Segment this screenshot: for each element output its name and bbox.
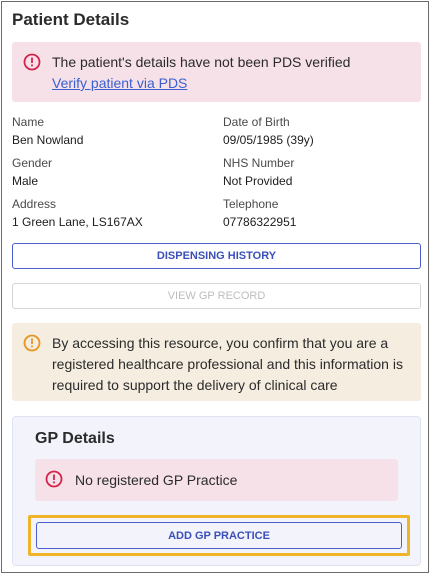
name-value: Ben Nowland [12, 133, 84, 147]
alert-circle-icon [23, 53, 41, 76]
no-gp-alert: No registered GP Practice [35, 459, 398, 501]
dob-label: Date of Birth [223, 115, 290, 129]
gender-value: Male [12, 174, 39, 188]
telephone-label: Telephone [223, 197, 279, 211]
access-warning: By accessing this resource, you confirm … [12, 323, 421, 401]
nhs-number-value: Not Provided [223, 174, 293, 188]
dob-value: 09/05/1985 (39y) [223, 133, 314, 147]
dispensing-history-button[interactable]: DISPENSING HISTORY [12, 243, 421, 269]
address-value: 1 Green Lane, LS167AX [12, 215, 143, 229]
address-label: Address [12, 197, 57, 211]
panel-title: Patient Details [12, 10, 130, 29]
gp-details-card: GP Details No registered GP Practice ADD… [12, 416, 421, 566]
no-gp-alert-message: No registered GP Practice [75, 472, 238, 488]
access-warning-message: By accessing this resource, you confirm … [52, 335, 403, 393]
telephone-value: 07786322951 [223, 215, 297, 229]
warning-circle-icon [23, 334, 41, 357]
pds-alert-message: The patient's details have not been PDS … [52, 54, 351, 70]
add-gp-practice-button[interactable]: ADD GP PRACTICE [36, 522, 402, 549]
pds-alert: The patient's details have not been PDS … [12, 42, 421, 102]
gender-label: Gender [12, 156, 53, 170]
verify-pds-link[interactable]: Verify patient via PDS [52, 75, 187, 91]
patient-details-panel: Patient Details The patient's details ha… [1, 1, 429, 573]
gp-details-title: GP Details [35, 430, 115, 447]
name-label: Name [12, 115, 45, 129]
alert-circle-icon [45, 470, 63, 493]
view-gp-record-button[interactable]: VIEW GP RECORD [12, 283, 421, 309]
nhs-number-label: NHS Number [223, 156, 295, 170]
add-gp-highlight: ADD GP PRACTICE [28, 515, 410, 556]
